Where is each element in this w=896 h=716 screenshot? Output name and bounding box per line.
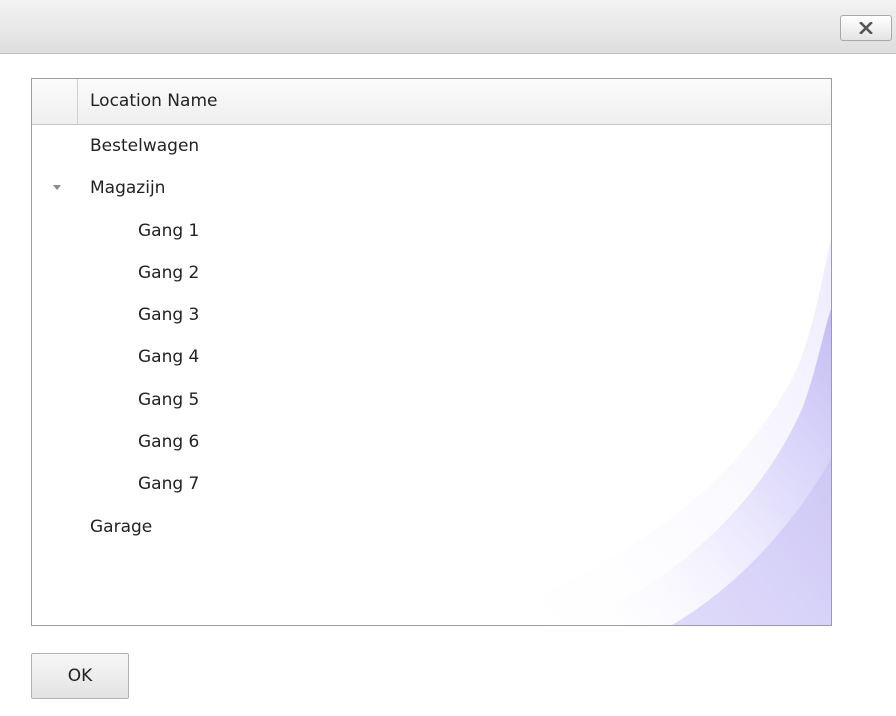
row-label: Gang 5 <box>138 389 200 410</box>
tree-row-gang-6[interactable]: Gang 6 <box>32 421 831 463</box>
row-label: Gang 1 <box>138 220 200 241</box>
close-icon <box>859 22 873 34</box>
tree-row-gang-7[interactable]: Gang 7 <box>32 463 831 505</box>
tree-rows: Bestelwagen Magazijn Gang 1 Gang 2 Gang … <box>32 125 831 548</box>
row-label: Gang 3 <box>138 305 200 326</box>
row-label: Gang 4 <box>138 347 200 368</box>
tree-row-gang-5[interactable]: Gang 5 <box>32 379 831 421</box>
ok-button[interactable]: OK <box>31 653 129 699</box>
tree-row-garage[interactable]: Garage <box>32 506 831 548</box>
row-label: Gang 6 <box>138 432 200 453</box>
header-expander-column <box>32 79 78 124</box>
tree-row-gang-2[interactable]: Gang 2 <box>32 252 831 294</box>
column-header-location-name[interactable]: Location Name <box>90 79 217 124</box>
close-button[interactable] <box>840 15 892 41</box>
grid-header: Location Name <box>32 79 831 125</box>
dialog-titlebar <box>0 0 896 54</box>
expand-collapse-icon[interactable] <box>53 185 61 191</box>
row-label: Gang 7 <box>138 474 200 495</box>
tree-row-gang-4[interactable]: Gang 4 <box>32 336 831 378</box>
location-tree-grid: Location Name Bestelwagen Magazijn Gang … <box>31 78 832 626</box>
row-label: Garage <box>90 516 153 537</box>
tree-row-magazijn[interactable]: Magazijn <box>32 167 831 209</box>
row-label: Gang 2 <box>138 262 200 283</box>
tree-row-gang-1[interactable]: Gang 1 <box>32 210 831 252</box>
tree-row-gang-3[interactable]: Gang 3 <box>32 294 831 336</box>
row-label: Bestelwagen <box>90 136 200 156</box>
row-label: Magazijn <box>90 178 166 199</box>
tree-row-bestelwagen[interactable]: Bestelwagen <box>32 125 831 167</box>
